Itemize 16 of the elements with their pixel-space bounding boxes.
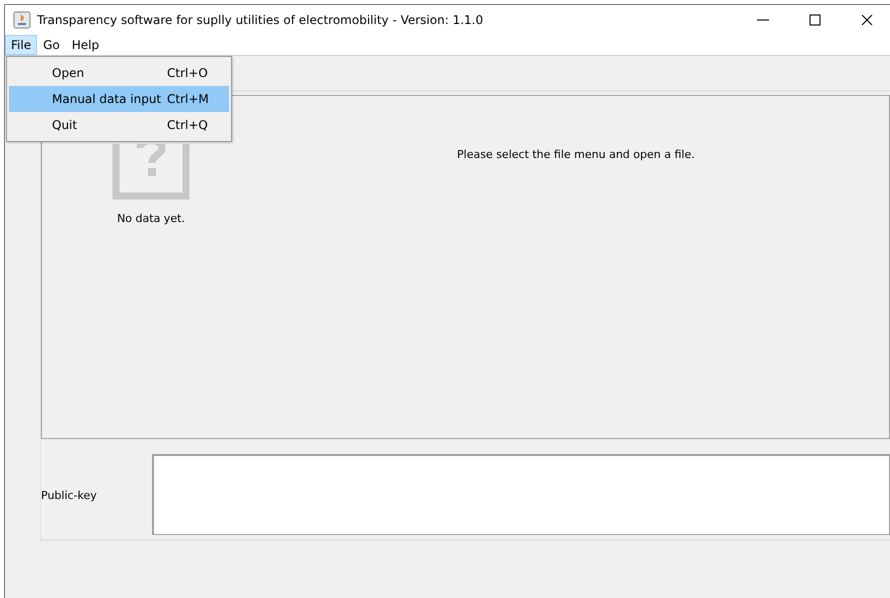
minimize-icon <box>757 19 769 21</box>
empty-label: No data yet. <box>117 212 185 225</box>
window-title: Transparency software for suplly utilities of electromobility - Version: 1.1.0 <box>37 13 484 27</box>
instruction-text: Please select the file menu and open a file. <box>457 148 695 163</box>
menu-item[interactable]: Quit Ctrl+Q <box>9 112 229 138</box>
question-document-icon <box>112 144 190 200</box>
menu-title[interactable]: File <box>5 35 38 55</box>
menu-item[interactable]: Manual data input Ctrl+M <box>9 86 229 112</box>
field-label: Public-key <box>41 488 98 502</box>
maximize-icon <box>809 14 821 26</box>
menu-title[interactable]: Go <box>37 35 66 55</box>
close-icon <box>861 14 873 26</box>
menu-item[interactable]: Open Ctrl+O <box>9 60 229 86</box>
menu-title[interactable]: Help <box>66 35 106 55</box>
public-key-field[interactable] <box>152 454 890 534</box>
java-cup-icon <box>13 11 31 29</box>
